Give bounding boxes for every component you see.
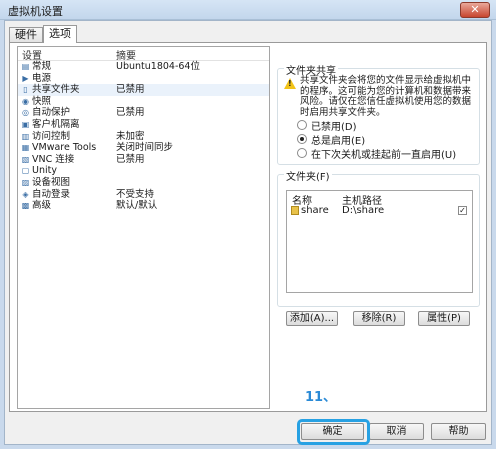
list-item[interactable]: ▥ 访问控制 未加密 — [18, 131, 269, 143]
warning-text: 共享文件夹会将您的文件显示给虚拟机中的程序。这可能为您的计算机和数据带来风险。请… — [300, 75, 472, 118]
setting-name: VMware Tools — [32, 142, 97, 154]
list-item[interactable]: ▧ VNC 连接 已禁用 — [18, 154, 269, 166]
list-item[interactable]: ◈ 自动登录 不受支持 — [18, 189, 269, 201]
radio-always-enabled-button[interactable] — [297, 134, 307, 144]
list-item[interactable]: ▨ 设备视图 — [18, 177, 269, 189]
folders-table[interactable]: 名称 主机路径 share D:\share ✓ — [286, 190, 473, 293]
setting-summary: Ubuntu1804-64位 — [116, 61, 200, 72]
general-icon: ▤ — [21, 62, 30, 71]
device-view-icon: ▨ — [21, 177, 30, 187]
folders-group: 文件夹(F) 名称 主机路径 share D:\share ✓ 添加(A)...… — [277, 168, 480, 326]
title-bar: 虚拟机设置 ✕ — [0, 0, 496, 20]
list-item[interactable]: ▢ Unity — [18, 165, 269, 177]
folder-host-path: D:\share — [342, 205, 385, 216]
settings-rows: ▤ 常规 Ubuntu1804-64位 ▶ 电源 ▯ 共享文件夹 已禁用 ◉ 快照 ◎ 自动保护 已禁用… — [18, 61, 269, 212]
ok-button-highlight — [297, 419, 370, 445]
radio-until-poweroff[interactable]: 在下次关机或挂起前一直启用(U) — [297, 147, 457, 161]
setting-name: Unity — [32, 165, 57, 177]
tab-bar: 硬件 选项 — [9, 25, 77, 43]
setting-name: 访问控制 — [32, 130, 71, 142]
setting-name: 高级 — [32, 200, 52, 212]
radio-always-enabled[interactable]: 总是启用(E) — [297, 133, 366, 147]
setting-name: 快照 — [32, 95, 52, 107]
unity-icon: ▢ — [21, 166, 30, 176]
tab-hardware[interactable]: 硬件 — [9, 27, 43, 43]
folders-title: 文件夹(F) — [284, 168, 332, 183]
list-item[interactable]: ▯ 共享文件夹 已禁用 — [18, 84, 269, 96]
add-folder-button[interactable]: 添加(A)... — [286, 311, 338, 326]
power-icon: ▶ — [22, 73, 29, 83]
folder-properties-button[interactable]: 属性(P) — [418, 311, 470, 326]
access-control-icon: ▥ — [21, 131, 30, 141]
help-button[interactable]: 帮助 — [431, 423, 486, 440]
shared-folder-icon: ▯ — [23, 85, 28, 95]
setting-name: 客户机隔离 — [32, 118, 80, 130]
autoprotect-icon: ◎ — [22, 108, 29, 118]
folders-table-header: 名称 主机路径 — [287, 191, 472, 207]
list-item[interactable]: ◉ 快照 — [18, 96, 269, 108]
setting-name: VNC 连接 — [32, 153, 75, 165]
setting-summary: 关闭时间同步 — [116, 142, 174, 154]
folder-icon — [291, 206, 299, 215]
setting-summary: 未加密 — [116, 130, 145, 142]
list-item[interactable]: ▤ 常规 Ubuntu1804-64位 — [18, 61, 269, 73]
list-item[interactable]: ▣ 客户机隔离 — [18, 119, 269, 131]
table-row[interactable]: share D:\share ✓ — [287, 205, 472, 217]
folder-enabled-checkbox[interactable]: ✓ — [458, 206, 467, 215]
setting-name: 设备视图 — [32, 176, 71, 188]
radio-always-enabled-label: 总是启用(E) — [311, 135, 366, 147]
list-item[interactable]: ▩ 高级 默认/默认 — [18, 200, 269, 212]
setting-summary: 已禁用 — [116, 84, 145, 96]
radio-until-poweroff-button[interactable] — [297, 148, 307, 158]
settings-list[interactable]: 设置 摘要 ▤ 常规 Ubuntu1804-64位 ▶ 电源 ▯ 共享文件夹 已禁用 ◉ 快照 ◎ 自… — [17, 46, 270, 409]
settings-list-header: 设置 摘要 — [18, 47, 269, 62]
cancel-button[interactable]: 取消 — [369, 423, 424, 440]
isolation-icon: ▣ — [21, 119, 30, 129]
setting-name: 自动登录 — [32, 188, 71, 200]
list-item[interactable]: ▶ 电源 — [18, 73, 269, 85]
window-title: 虚拟机设置 — [8, 5, 63, 18]
list-item[interactable]: ▦ VMware Tools 关闭时间同步 — [18, 142, 269, 154]
warning-icon: ! — [284, 78, 296, 89]
list-item[interactable]: ◎ 自动保护 已禁用 — [18, 107, 269, 119]
setting-summary: 默认/默认 — [116, 200, 158, 212]
setting-name: 自动保护 — [32, 107, 71, 119]
setting-name: 共享文件夹 — [32, 84, 80, 96]
radio-disabled-button[interactable] — [297, 120, 307, 130]
step-annotation: 11、 — [305, 390, 337, 405]
radio-disabled-label: 已禁用(D) — [311, 121, 357, 133]
advanced-icon: ▩ — [21, 201, 30, 211]
vnc-icon: ▧ — [21, 154, 30, 164]
close-button[interactable]: ✕ — [460, 2, 490, 18]
setting-name: 电源 — [32, 72, 52, 84]
tab-options[interactable]: 选项 — [43, 25, 77, 43]
setting-summary: 已禁用 — [116, 107, 145, 119]
setting-summary: 已禁用 — [116, 153, 145, 165]
setting-name: 常规 — [32, 61, 52, 72]
vmware-tools-icon: ▦ — [21, 143, 30, 153]
folder-sharing-group: 文件夹共享 ! 共享文件夹会将您的文件显示给虚拟机中的程序。这可能为您的计算机和… — [277, 62, 480, 165]
folder-name: share — [301, 205, 329, 216]
dialog-body: 硬件 选项 设置 摘要 ▤ 常规 Ubuntu1804-64位 ▶ 电源 ▯ 共享文件夹 已禁… — [4, 20, 492, 445]
remove-folder-button[interactable]: 移除(R) — [353, 311, 405, 326]
options-panel: 设置 摘要 ▤ 常规 Ubuntu1804-64位 ▶ 电源 ▯ 共享文件夹 已禁用 ◉ 快照 ◎ 自… — [9, 42, 487, 412]
setting-summary: 不受支持 — [116, 188, 155, 200]
radio-until-poweroff-label: 在下次关机或挂起前一直启用(U) — [311, 149, 457, 161]
autologin-icon: ◈ — [22, 189, 29, 199]
radio-disabled[interactable]: 已禁用(D) — [297, 119, 357, 133]
snapshot-icon: ◉ — [22, 96, 29, 106]
